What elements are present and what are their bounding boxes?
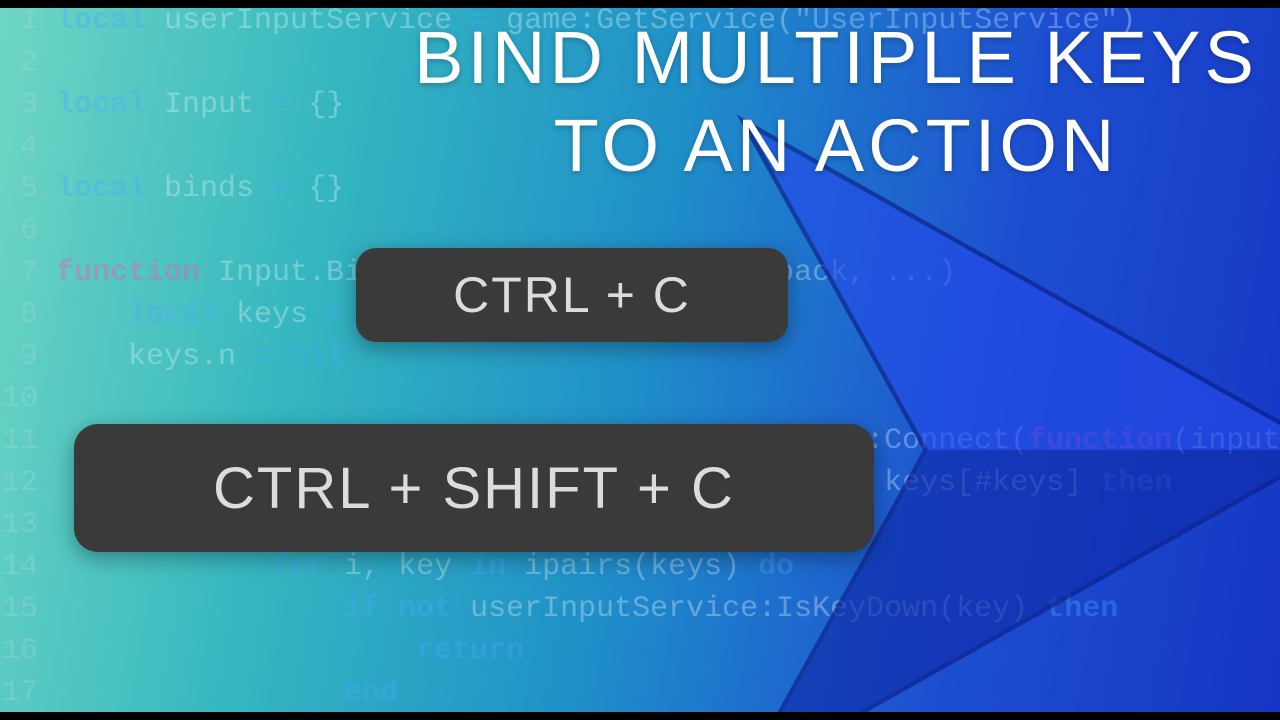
- shortcut-pill-ctrl-shift-c: CTRL + SHIFT + C: [74, 424, 874, 552]
- shortcut-label: CTRL + SHIFT + C: [213, 455, 735, 522]
- letterbox-bottom: [0, 712, 1280, 720]
- title-line-2: TO AN ACTION: [400, 102, 1272, 190]
- shortcut-pill-ctrl-c: CTRL + C: [356, 248, 788, 342]
- title: BIND MULTIPLE KEYS TO AN ACTION: [400, 14, 1272, 190]
- thumbnail-stage: 1local userInputService = game:GetServic…: [0, 0, 1280, 720]
- title-line-1: BIND MULTIPLE KEYS: [414, 16, 1258, 99]
- shortcut-label: CTRL + C: [453, 266, 691, 324]
- letterbox-top: [0, 0, 1280, 8]
